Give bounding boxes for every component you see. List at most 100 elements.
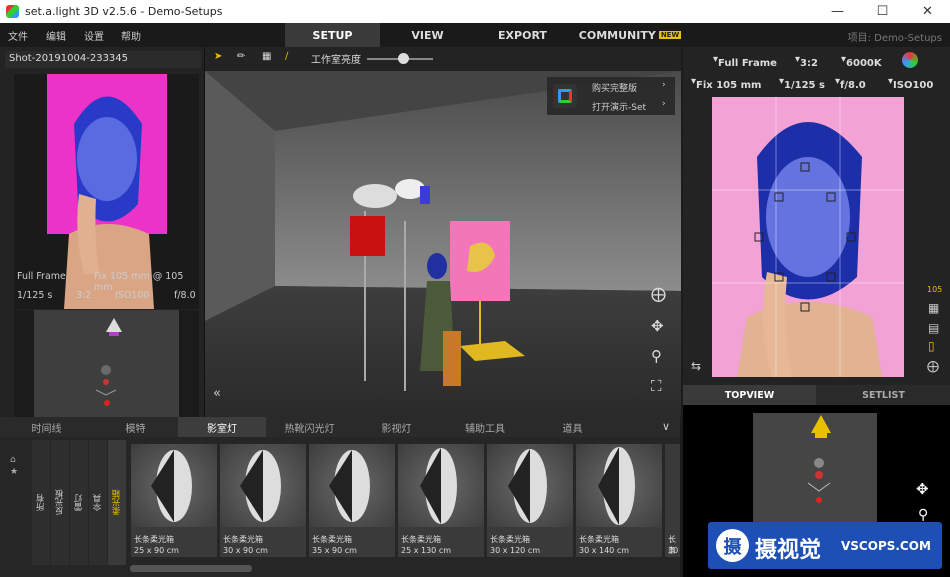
left-panel: Shot-20191004-233345 Full Frame Fix 105 … [0, 47, 204, 418]
topview-pan-icon[interactable]: ✥ [916, 480, 929, 498]
collapse-chevron-icon[interactable]: ∨ [662, 420, 670, 433]
library-card[interactable]: 长条柔光箱 35 x 90 cm [309, 444, 395, 557]
project-label: 项目: Demo-Setups [847, 33, 942, 44]
tab-props[interactable]: 道具 [530, 417, 615, 437]
grid-icon[interactable]: ▦ [262, 51, 271, 62]
library-card[interactable]: 长条柔光箱 25 x 130 cm [398, 444, 484, 557]
home-icon[interactable]: ⌂ [10, 455, 16, 465]
buy-full-version-link[interactable]: 购买完整版 [592, 81, 637, 94]
pan-icon[interactable]: ✥ [651, 317, 664, 335]
softbox-image [398, 444, 484, 527]
focal-length-value: 105 [927, 285, 943, 294]
color-wheel-icon[interactable] [902, 52, 918, 68]
minimize-button[interactable]: — [815, 0, 860, 23]
ratio-dropdown[interactable]: ▾ 3:2 [795, 54, 818, 69]
menu-file[interactable]: 文件 [8, 28, 28, 43]
watermark-banner: 摄 摄视觉 VSCOPS.COM [708, 522, 942, 569]
topview-canvas[interactable] [753, 413, 877, 528]
viewport-toolbar: ➤ ✏ ▦ ∕ 工作室亮度 [205, 47, 681, 71]
tab-setlist[interactable]: SETLIST [817, 385, 950, 405]
camera-orbit-icon[interactable]: ⨁ [927, 359, 939, 373]
filter-softboxes[interactable]: 柔光箱 [108, 440, 126, 565]
tab-community[interactable]: COMMUNITY NEW [570, 23, 690, 47]
tab-community-label: COMMUNITY [578, 28, 656, 42]
ratio-label: 3:2 [76, 290, 92, 301]
shot-name[interactable]: Shot-20191004-233345 [5, 51, 201, 68]
watermark-logo: 摄 [716, 529, 749, 562]
library-card[interactable]: 长条柔光箱 30 x 120 cm [487, 444, 573, 557]
tab-export[interactable]: EXPORT [475, 23, 570, 47]
tab-tools[interactable]: 辅助工具 [440, 417, 530, 437]
favorite-star-icon[interactable]: ★ [10, 467, 18, 477]
tab-speedlights[interactable]: 热靴闪光灯 [266, 417, 353, 437]
sensor-dropdown[interactable]: ▾ Full Frame [713, 54, 777, 69]
app-logo-icon [553, 84, 577, 108]
tab-topview[interactable]: TOPVIEW [683, 385, 816, 405]
camera-row-2: ▾ Fix 105 mm ▾ 1/125 s ▾ f/8.0 ▾ ISO100 [683, 72, 950, 92]
measure-tool-icon[interactable]: ✏ [237, 51, 245, 62]
watermark-site: VSCOPS.COM [841, 539, 931, 553]
tab-view[interactable]: VIEW [380, 23, 475, 47]
softbox-image [576, 444, 662, 527]
menu-bar: 文件 编辑 设置 帮助 SETUP VIEW EXPORT COMMUNITY … [0, 23, 950, 47]
library-card[interactable]: 长条柔光箱30 [665, 444, 680, 557]
camera-preview[interactable] [712, 97, 904, 377]
maximize-button[interactable]: ☐ [860, 0, 905, 23]
iso-label: ISO100 [115, 290, 150, 301]
brightness-slider-knob[interactable] [397, 53, 409, 64]
camera-side-toolbar: 105 ▦ ▤ ▯ ⨁ [923, 277, 950, 377]
filter-beauty-dish[interactable]: 雷灯 [70, 440, 88, 565]
menu-edit[interactable]: 编辑 [46, 28, 66, 43]
aperture-dropdown[interactable]: ▾ f/8.0 [835, 76, 866, 91]
brightness-slider[interactable] [367, 53, 433, 64]
studio-viewport: ➤ ✏ ▦ ∕ 工作室亮度 « 购买完整版 打开演示-Set › › ⨁ ✥ ⚲… [204, 47, 681, 417]
library-card[interactable]: 长条柔光箱 30 x 90 cm [220, 444, 306, 557]
lens-dropdown[interactable]: ▾ Fix 105 mm [691, 76, 761, 91]
tab-models[interactable]: 模特 [93, 417, 178, 437]
tab-timeline[interactable]: 时间线 [0, 417, 93, 437]
camera-panel: ▾ Full Frame ▾ 3:2 ▾ 6000K ▾ Fix 105 mm … [683, 47, 950, 385]
camera-row-1: ▾ Full Frame ▾ 3:2 ▾ 6000K [683, 50, 950, 70]
filter-reflectors[interactable]: 反光板 [51, 440, 69, 565]
zoom-icon[interactable]: ⚲ [651, 347, 662, 365]
library-card[interactable]: 长条柔光箱 25 x 90 cm [131, 444, 217, 557]
studio-scene[interactable]: « [205, 71, 681, 417]
softbox-image [487, 444, 573, 527]
portrait-frame-icon[interactable]: ▯ [928, 339, 935, 353]
tab-setup[interactable]: SETUP [285, 23, 380, 47]
studio-scene-render: « [205, 71, 681, 417]
topview-thumbnail-image [34, 310, 179, 418]
topview-zoom-icon[interactable]: ⚲ [918, 507, 928, 523]
tab-video-lights[interactable]: 影视灯 [353, 417, 440, 437]
camera-preview-image [712, 97, 904, 377]
library-scrollbar[interactable] [130, 565, 252, 572]
filter-all[interactable]: 所有 [32, 440, 50, 565]
orbit-icon[interactable]: ⨁ [651, 285, 666, 303]
shutter-dropdown[interactable]: ▾ 1/125 s [779, 76, 825, 91]
brightness-label: 工作室亮度 [311, 55, 361, 66]
menu-settings[interactable]: 设置 [84, 28, 104, 43]
filter-umbrellas[interactable]: 伞具 [89, 440, 107, 565]
focus-icon[interactable]: ▦ [928, 301, 939, 315]
open-demo-set-link[interactable]: 打开演示-Set [592, 100, 646, 113]
tab-studio-lights[interactable]: 影室灯 [178, 417, 266, 437]
select-tool-icon[interactable]: ➤ [214, 51, 222, 62]
histogram-icon[interactable]: ▤ [928, 321, 939, 335]
svg-text:«: « [213, 386, 221, 401]
chevron-right-icon: › [662, 99, 666, 109]
fit-view-icon[interactable]: ⛶ [651, 377, 662, 395]
shutter-label: 1/125 s [17, 290, 53, 301]
demo-popup: 购买完整版 打开演示-Set › › [547, 77, 675, 115]
softbox-image [220, 444, 306, 527]
softbox-image [309, 444, 395, 527]
swap-icon[interactable]: ⇆ [691, 359, 701, 373]
menu-help[interactable]: 帮助 [121, 28, 141, 43]
white-balance-dropdown[interactable]: ▾ 6000K [841, 54, 882, 69]
topview-thumbnail[interactable] [14, 310, 199, 418]
line-tool-icon[interactable]: ∕ [285, 51, 288, 62]
iso-dropdown[interactable]: ▾ ISO100 [888, 76, 933, 91]
close-button[interactable]: ✕ [905, 0, 950, 23]
title-bar: set.a.light 3D v2.5.6 - Demo-Setups — ☐ … [0, 0, 950, 23]
window-title: set.a.light 3D v2.5.6 - Demo-Setups [25, 5, 223, 18]
library-card[interactable]: 长条柔光箱 30 x 140 cm [576, 444, 662, 557]
